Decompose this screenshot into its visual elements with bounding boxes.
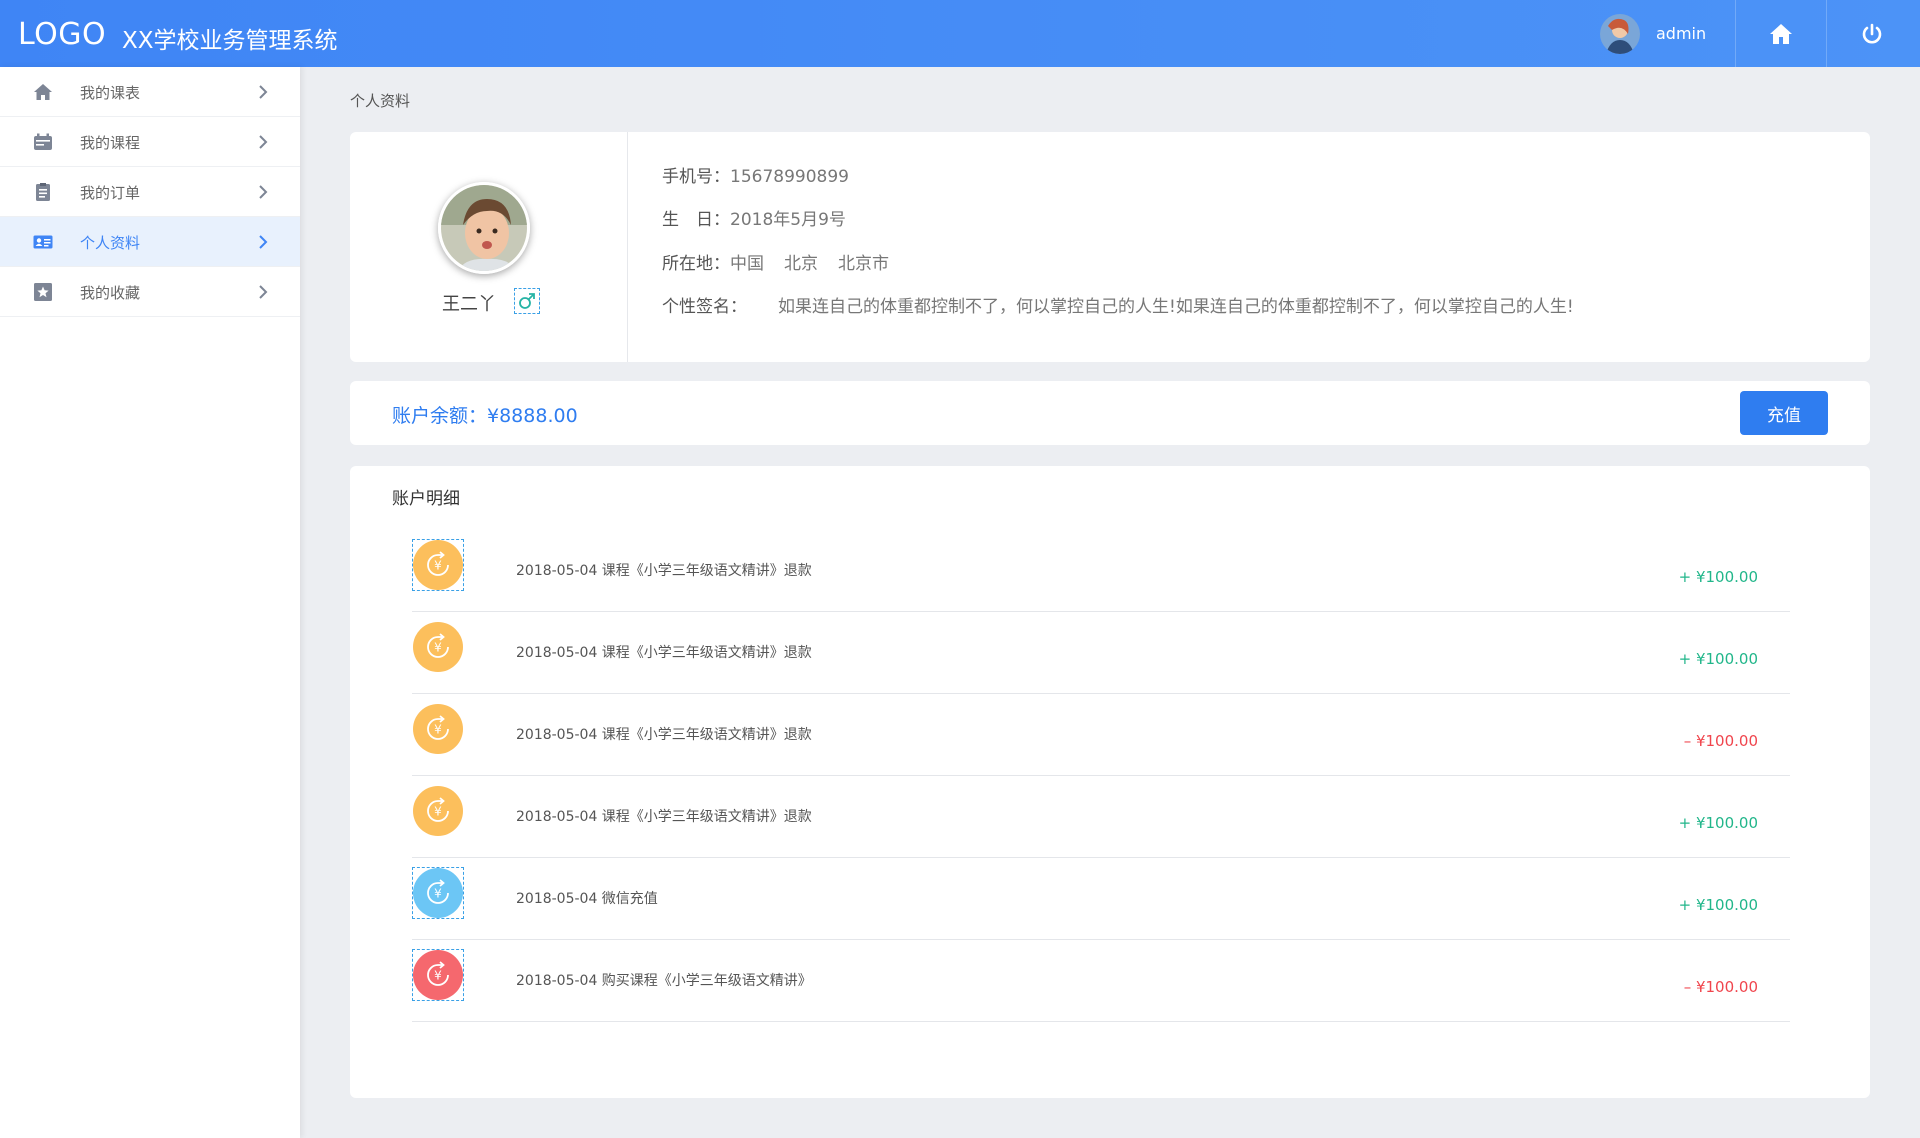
transaction-amount: + ¥100.00 (1678, 568, 1758, 586)
transaction-amount: + ¥100.00 (1678, 650, 1758, 668)
phone-label: 手机号： (662, 167, 730, 187)
transaction-description: 2018-05-04 课程《小学三年级语文精讲》退款 (516, 727, 812, 743)
refund-icon: ¥ (412, 703, 464, 755)
user-avatar[interactable] (1600, 13, 1640, 54)
system-title: XX学校业务管理系统 (122, 28, 338, 54)
svg-text:¥: ¥ (434, 641, 442, 655)
refund-icon: ¥ (412, 539, 464, 591)
sidebar-item-schedule[interactable]: 我的课表 (0, 67, 300, 117)
transaction-row[interactable]: ¥ 2018-05-04 课程《小学三年级语文精讲》退款 + ¥100.00 (412, 612, 1790, 694)
svg-text:¥: ¥ (434, 887, 442, 901)
transaction-row[interactable]: ¥ 2018-05-04 课程《小学三年级语文精讲》退款 + ¥100.00 (412, 530, 1790, 612)
svg-text:¥: ¥ (434, 969, 442, 983)
calendar-icon (34, 133, 52, 150)
refund-icon: ¥ (412, 621, 464, 673)
transaction-amount: + ¥100.00 (1678, 896, 1758, 914)
sidebar-item-label: 我的收藏 (80, 284, 141, 302)
refund-icon: ¥ (412, 785, 464, 837)
recharge-icon: ¥ (412, 867, 464, 919)
svg-text:¥: ¥ (434, 723, 442, 737)
balance-card: 账户余额：¥8888.00 充值 (350, 381, 1870, 445)
sidebar-item-label: 我的课表 (80, 84, 141, 102)
sidebar-item-courses[interactable]: 我的课程 (0, 117, 300, 167)
signature-row: 个性签名： 如果连自己的体重都控制不了，何以掌控自己的人生!如果连自己的体重都控制… (662, 292, 1574, 317)
account-balance: 账户余额：¥8888.00 (392, 405, 578, 427)
sidebar-item-label: 我的课程 (80, 134, 141, 152)
svg-text:¥: ¥ (434, 805, 442, 819)
id-card-icon (33, 235, 53, 249)
account-details-card: 账户明细 ¥ 2018-05-04 课程《小学三年级语文精讲》退款 + ¥100… (350, 466, 1870, 1098)
chevron-right-icon (259, 185, 268, 199)
recharge-button[interactable]: 充值 (1740, 391, 1828, 435)
chevron-right-icon (259, 235, 268, 249)
sidebar-item-orders[interactable]: 我的订单 (0, 167, 300, 217)
phone-value: 15678990899 (730, 167, 849, 187)
signature-label: 个性签名： (662, 297, 747, 317)
transaction-amount: + ¥100.00 (1678, 814, 1758, 832)
profile-name: 王二丫 (442, 294, 496, 315)
birthday-row: 生 日：2018年5月9号 (662, 205, 846, 230)
sidebar-item-label: 个人资料 (80, 234, 141, 252)
sidebar-item-profile[interactable]: 个人资料 (0, 217, 300, 267)
transaction-amount: – ¥100.00 (1683, 732, 1758, 750)
birthday-value: 2018年5月9号 (730, 210, 846, 230)
gender-male-icon (514, 288, 540, 314)
transaction-description: 2018-05-04 微信充值 (516, 891, 658, 907)
transaction-row[interactable]: ¥ 2018-05-04 课程《小学三年级语文精讲》退款 – ¥100.00 (412, 694, 1790, 776)
transaction-description: 2018-05-04 课程《小学三年级语文精讲》退款 (516, 563, 812, 579)
chevron-right-icon (259, 85, 268, 99)
signature-value: 如果连自己的体重都控制不了，何以掌控自己的人生!如果连自己的体重都控制不了，何以… (778, 297, 1574, 317)
logo: LOGO (18, 17, 107, 52)
profile-summary: 王二丫 (350, 132, 628, 362)
details-title: 账户明细 (392, 489, 460, 509)
location-label: 所在地： (662, 254, 730, 274)
sidebar-item-favorites[interactable]: 我的收藏 (0, 267, 300, 317)
user-name[interactable]: admin (1656, 24, 1706, 43)
location-country: 中国 (730, 254, 764, 274)
sidebar-item-label: 我的订单 (80, 184, 141, 202)
location-province: 北京 (784, 254, 818, 274)
transaction-description: 2018-05-04 课程《小学三年级语文精讲》退款 (516, 645, 812, 661)
transaction-amount: – ¥100.00 (1683, 978, 1758, 996)
transaction-row[interactable]: ¥ 2018-05-04 课程《小学三年级语文精讲》退款 + ¥100.00 (412, 776, 1790, 858)
home-button[interactable] (1735, 0, 1825, 67)
sidebar: 我的课表 我的课程 我的订单 个人资料 我的收藏 (0, 67, 300, 1138)
chevron-right-icon (259, 285, 268, 299)
logout-button[interactable] (1826, 0, 1916, 67)
phone-row: 手机号：15678990899 (662, 162, 849, 187)
transaction-description: 2018-05-04 购买课程《小学三年级语文精讲》 (516, 973, 812, 989)
profile-avatar[interactable] (438, 182, 530, 274)
clipboard-icon (36, 183, 50, 201)
transaction-description: 2018-05-04 课程《小学三年级语文精讲》退款 (516, 809, 812, 825)
svg-text:¥: ¥ (434, 559, 442, 573)
chevron-right-icon (259, 135, 268, 149)
location-row: 所在地：中国 北京 北京市 (662, 249, 889, 274)
profile-card: 王二丫 手机号：15678990899 生 日：2018年5月9号 所在地：中国… (350, 132, 1870, 362)
birthday-label: 生 日： (662, 210, 730, 230)
transaction-row[interactable]: ¥ 2018-05-04 购买课程《小学三年级语文精讲》 – ¥100.00 (412, 940, 1790, 1022)
power-icon (1862, 23, 1881, 43)
top-header: LOGO XX学校业务管理系统 admin (0, 0, 1920, 67)
transaction-row[interactable]: ¥ 2018-05-04 微信充值 + ¥100.00 (412, 858, 1790, 940)
star-icon (34, 283, 52, 301)
home-icon (1769, 23, 1792, 44)
breadcrumb: 个人资料 (350, 92, 411, 110)
location-city: 北京市 (838, 254, 889, 274)
purchase-icon: ¥ (412, 949, 464, 1001)
home-icon (34, 84, 52, 100)
user-menu[interactable]: admin (1600, 12, 1706, 55)
